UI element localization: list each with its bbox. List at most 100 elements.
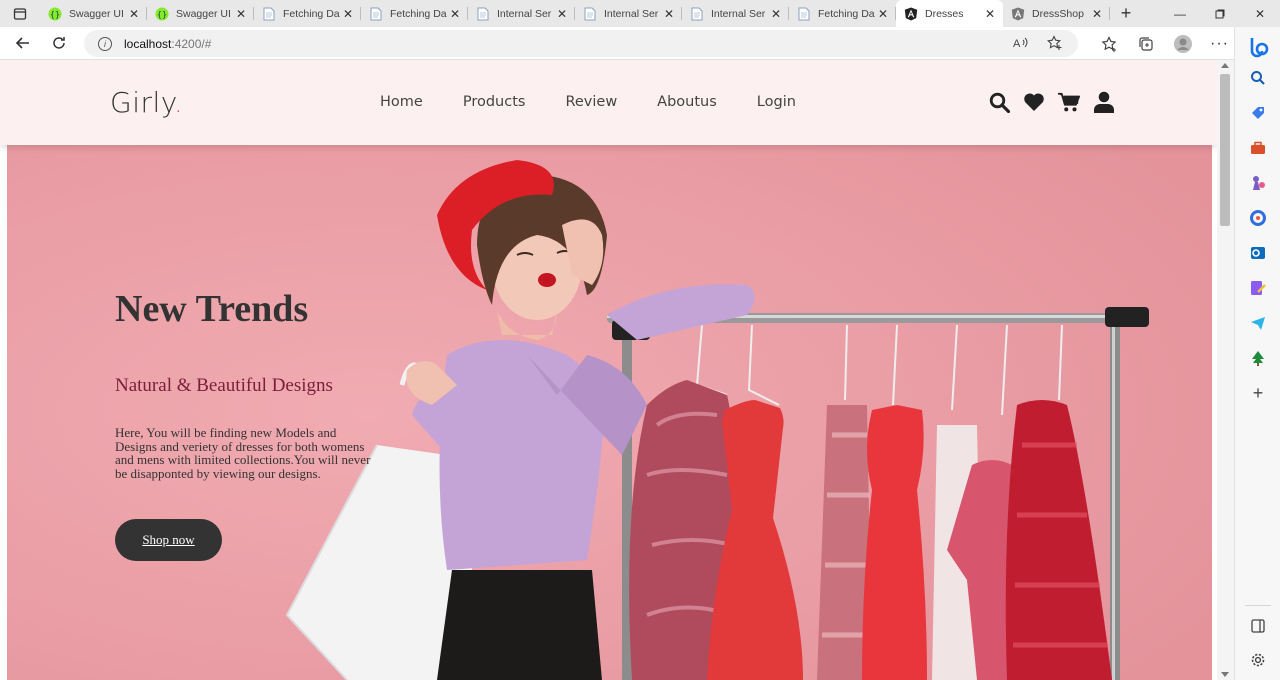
copilot-button[interactable]	[1244, 33, 1272, 61]
svg-text:A: A	[1013, 38, 1021, 50]
browser-tab[interactable]: Internal Ser ✕	[682, 0, 789, 27]
hero-subtitle: Natural & Beautiful Designs	[115, 375, 333, 396]
url-path: :4200/#	[171, 36, 212, 51]
hide-sidebar-button[interactable]	[1249, 617, 1267, 635]
close-tab-icon[interactable]: ✕	[983, 7, 997, 21]
toolbox-icon	[1251, 141, 1265, 154]
shopping-sidebar-button[interactable]	[1249, 104, 1267, 122]
page-scrollbar[interactable]	[1217, 60, 1234, 680]
tab-actions-button[interactable]	[0, 0, 40, 27]
collections-icon	[1138, 36, 1153, 51]
browser-tab-strip: {} Swagger UI ✕{} Swagger UI ✕ Fetching Da ✕ Fe…	[0, 0, 1280, 27]
browser-tab[interactable]: DressShop ✕	[1003, 0, 1110, 27]
back-button[interactable]	[5, 27, 41, 60]
tab-title: Swagger UI	[69, 7, 124, 20]
cart-icon[interactable]	[1058, 91, 1080, 113]
more-dots-icon: ···	[1210, 34, 1229, 52]
gear-icon	[1251, 653, 1265, 667]
tab-title: Fetching Da	[283, 7, 340, 20]
browser-tab[interactable]: Internal Ser ✕	[575, 0, 682, 27]
site-info-icon[interactable]: i	[98, 36, 112, 51]
url-field[interactable]: i localhost:4200/# A	[84, 30, 1078, 57]
search-sidebar-button[interactable]	[1249, 69, 1267, 87]
svg-text:{}: {}	[50, 10, 60, 19]
browser-tab[interactable]: Internal Ser ✕	[468, 0, 575, 27]
add-sidebar-app-button[interactable]: +	[1249, 382, 1267, 403]
profile-button[interactable]	[1164, 27, 1201, 60]
tree-icon	[1252, 351, 1264, 366]
nav-products-link[interactable]: Products	[463, 94, 526, 110]
browser-tab[interactable]: Fetching Da ✕	[361, 0, 468, 27]
shop-now-button[interactable]: Shop now	[115, 519, 222, 561]
browser-tab[interactable]: Fetching Da ✕	[254, 0, 361, 27]
tree-sidebar-button[interactable]	[1249, 349, 1267, 367]
tab-title: Internal Ser	[711, 7, 766, 20]
svg-text:{}: {}	[157, 10, 167, 19]
office-sidebar-button[interactable]	[1249, 209, 1267, 227]
add-favorite-icon[interactable]	[1046, 34, 1064, 52]
heart-icon[interactable]	[1023, 91, 1045, 113]
favorites-button[interactable]	[1090, 27, 1127, 60]
url-host: localhost	[124, 36, 172, 51]
close-tab-icon[interactable]: ✕	[1090, 7, 1104, 21]
site-logo[interactable]: Girly.	[110, 86, 183, 119]
nav-aboutus-link[interactable]: Aboutus	[657, 94, 717, 110]
logo-dot: .	[173, 86, 184, 119]
browser-side-panel: +	[1234, 27, 1280, 680]
sidebar-settings-button[interactable]	[1249, 651, 1267, 669]
browser-tab[interactable]: Dresses ✕	[896, 0, 1003, 27]
read-aloud-icon[interactable]: A	[1012, 34, 1030, 52]
scroll-thumb[interactable]	[1220, 74, 1230, 226]
settings-menu-button[interactable]: ···	[1201, 27, 1238, 60]
browser-tab[interactable]: {} Swagger UI ✕	[40, 0, 147, 27]
browser-tab[interactable]: {} Swagger UI ✕	[147, 0, 254, 27]
close-tab-icon[interactable]: ✕	[876, 7, 890, 21]
tools-sidebar-button[interactable]	[1249, 139, 1267, 157]
page-icon	[690, 7, 704, 21]
hero-image	[7, 145, 1212, 680]
close-tab-icon[interactable]: ✕	[555, 7, 569, 21]
swagger-icon: {}	[48, 7, 62, 21]
page-icon	[583, 7, 597, 21]
nav-home-link[interactable]: Home	[380, 94, 423, 110]
close-tab-icon[interactable]: ✕	[448, 7, 462, 21]
minimize-button[interactable]: —	[1160, 0, 1200, 27]
browser-toolbar-right: ···	[1090, 27, 1238, 60]
tab-title: Internal Ser	[497, 7, 552, 20]
telegram-sidebar-button[interactable]	[1249, 314, 1267, 332]
tab-actions-icon	[13, 7, 27, 20]
games-sidebar-button[interactable]	[1249, 174, 1267, 192]
tab-title: Fetching Da	[818, 7, 875, 20]
sidebar-divider	[1245, 605, 1271, 606]
collections-button[interactable]	[1127, 27, 1164, 60]
page-icon	[262, 7, 276, 21]
nav-review-link[interactable]: Review	[565, 94, 617, 110]
user-icon[interactable]	[1093, 91, 1115, 113]
close-window-button[interactable]: ✕	[1240, 0, 1280, 27]
outlook-sidebar-button[interactable]	[1249, 244, 1267, 262]
refresh-button[interactable]	[41, 27, 77, 60]
hero-banner: New Trends Natural & Beautiful Designs H…	[7, 145, 1212, 680]
angular-grey-icon	[1011, 7, 1025, 21]
new-tab-button[interactable]: +	[1110, 0, 1142, 27]
angular-icon	[904, 7, 918, 21]
scroll-down-arrow-icon[interactable]	[1221, 672, 1229, 677]
scroll-up-arrow-icon[interactable]	[1221, 63, 1229, 68]
office-icon	[1250, 210, 1266, 226]
designer-sidebar-button[interactable]	[1249, 279, 1267, 297]
search-icon[interactable]	[988, 91, 1010, 113]
browser-tab[interactable]: Fetching Da ✕	[789, 0, 896, 27]
main-nav: Home Products Review Aboutus Login	[380, 94, 836, 110]
outlook-icon	[1251, 247, 1265, 259]
site-header: Girly. Home Products Review Aboutus Logi…	[0, 60, 1217, 145]
back-arrow-icon	[15, 37, 29, 49]
close-tab-icon[interactable]: ✕	[341, 7, 355, 21]
close-tab-icon[interactable]: ✕	[127, 7, 141, 21]
nav-login-link[interactable]: Login	[757, 94, 796, 110]
plus-icon: +	[1252, 382, 1264, 403]
maximize-button[interactable]	[1200, 0, 1240, 27]
close-tab-icon[interactable]: ✕	[234, 7, 248, 21]
close-tab-icon[interactable]: ✕	[662, 7, 676, 21]
sidebar-toggle-icon	[1251, 619, 1265, 633]
close-tab-icon[interactable]: ✕	[769, 7, 783, 21]
